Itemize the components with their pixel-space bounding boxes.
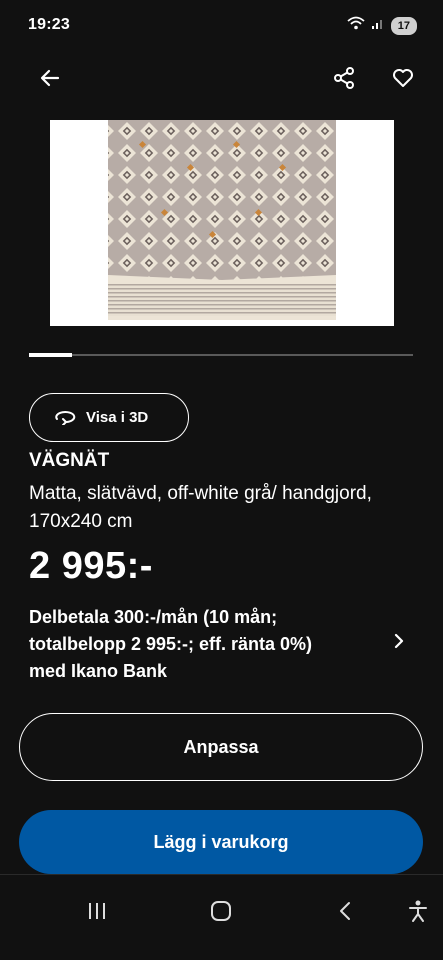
financing-text: Delbetala 300:-/mån (10 mån; totalbelopp…	[29, 607, 313, 681]
accessibility-icon	[407, 899, 429, 928]
system-navigation-bar	[0, 875, 443, 960]
battery-indicator: 17	[390, 16, 417, 35]
back-arrow-icon	[38, 66, 62, 95]
financing-row[interactable]: Delbetala 300:-/mån (10 mån; totalbelopp…	[29, 604, 414, 684]
top-bar	[0, 58, 443, 104]
back-nav-icon	[337, 900, 353, 927]
signal-icon	[371, 16, 385, 35]
product-image[interactable]	[50, 120, 394, 326]
view-in-3d-label: Visa i 3D	[86, 409, 149, 426]
product-price: 2 995:-	[29, 545, 153, 587]
heart-icon	[391, 66, 415, 95]
recent-apps-icon	[86, 901, 108, 926]
status-time: 19:23	[28, 16, 70, 33]
customize-button[interactable]: Anpassa	[19, 713, 423, 781]
home-button[interactable]	[201, 893, 241, 933]
product-description: Matta, slätvävd, off-white grå/ handgjor…	[29, 483, 372, 532]
status-icons: 17	[347, 16, 417, 35]
home-icon	[209, 899, 233, 928]
carousel-active-segment	[29, 353, 72, 357]
rotate-3d-icon	[52, 407, 76, 429]
rug-illustration	[108, 120, 336, 320]
status-bar: 19:23 17	[0, 0, 443, 52]
add-to-cart-button[interactable]: Lägg i varukorg	[19, 810, 423, 874]
share-icon	[332, 66, 356, 95]
favorite-button[interactable]	[383, 60, 423, 100]
chevron-right-icon	[392, 632, 406, 655]
image-carousel-indicator	[29, 353, 413, 357]
share-button[interactable]	[324, 60, 364, 100]
view-in-3d-button[interactable]: Visa i 3D	[29, 393, 189, 442]
back-nav-button[interactable]	[325, 893, 365, 933]
back-button[interactable]	[30, 60, 70, 100]
product-name: VÄGNÄT	[29, 450, 110, 471]
recent-apps-button[interactable]	[77, 893, 117, 933]
wifi-icon	[347, 16, 365, 35]
accessibility-button[interactable]	[398, 893, 438, 933]
